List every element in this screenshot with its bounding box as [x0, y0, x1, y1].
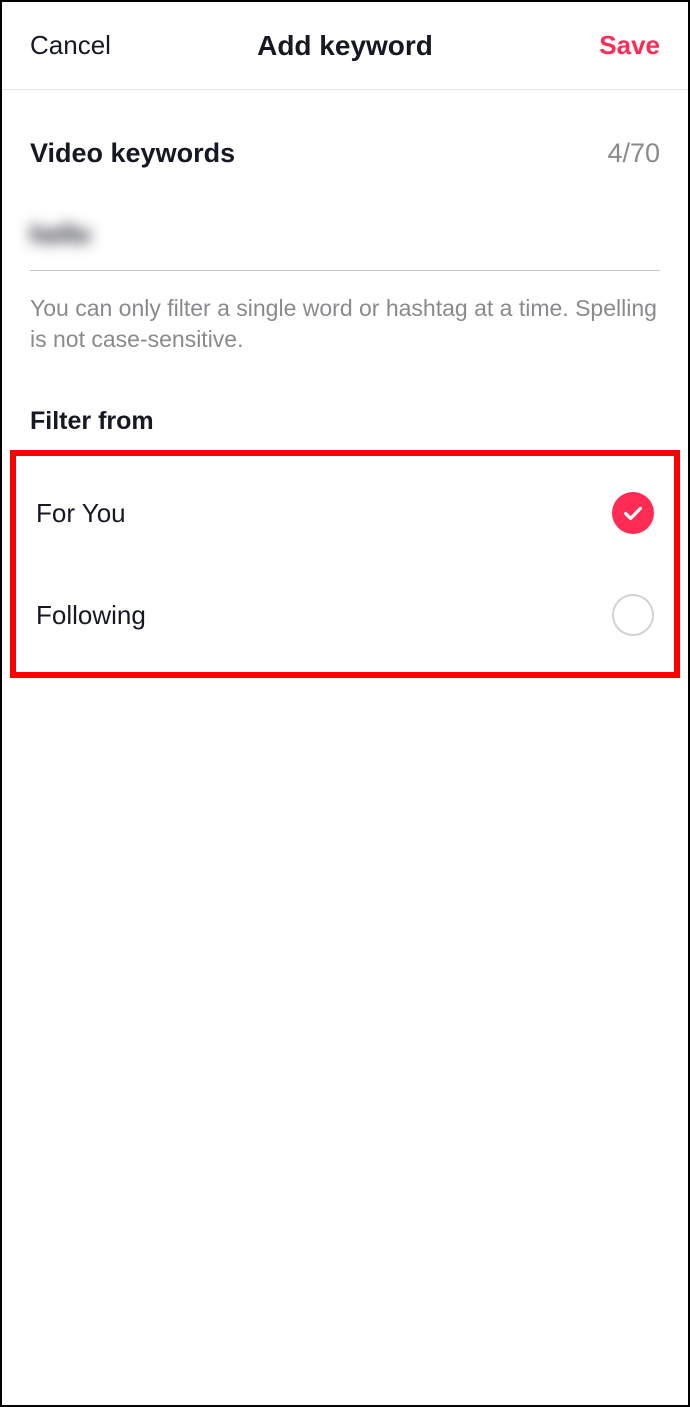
- video-keywords-label: Video keywords: [30, 138, 235, 169]
- checkmark-icon: [612, 492, 654, 534]
- video-keywords-count: 4/70: [607, 138, 660, 169]
- help-text: You can only filter a single word or has…: [30, 271, 660, 395]
- header-bar: Cancel Add keyword Save: [2, 2, 688, 90]
- option-label: Following: [36, 600, 146, 631]
- filter-from-label: Filter from: [30, 395, 660, 446]
- video-keywords-row: Video keywords 4/70: [30, 90, 660, 189]
- cancel-button[interactable]: Cancel: [30, 30, 111, 61]
- keyword-input[interactable]: hello: [30, 189, 660, 271]
- filter-options-highlight: For You Following: [10, 450, 680, 678]
- option-label: For You: [36, 498, 126, 529]
- video-keywords-section: Video keywords 4/70 hello You can only f…: [2, 90, 688, 446]
- save-button[interactable]: Save: [599, 30, 660, 61]
- circle-icon: [612, 594, 654, 636]
- page-title: Add keyword: [257, 30, 433, 62]
- option-following[interactable]: Following: [36, 564, 654, 642]
- option-for-you[interactable]: For You: [36, 486, 654, 564]
- keyword-input-value: hello: [30, 219, 91, 250]
